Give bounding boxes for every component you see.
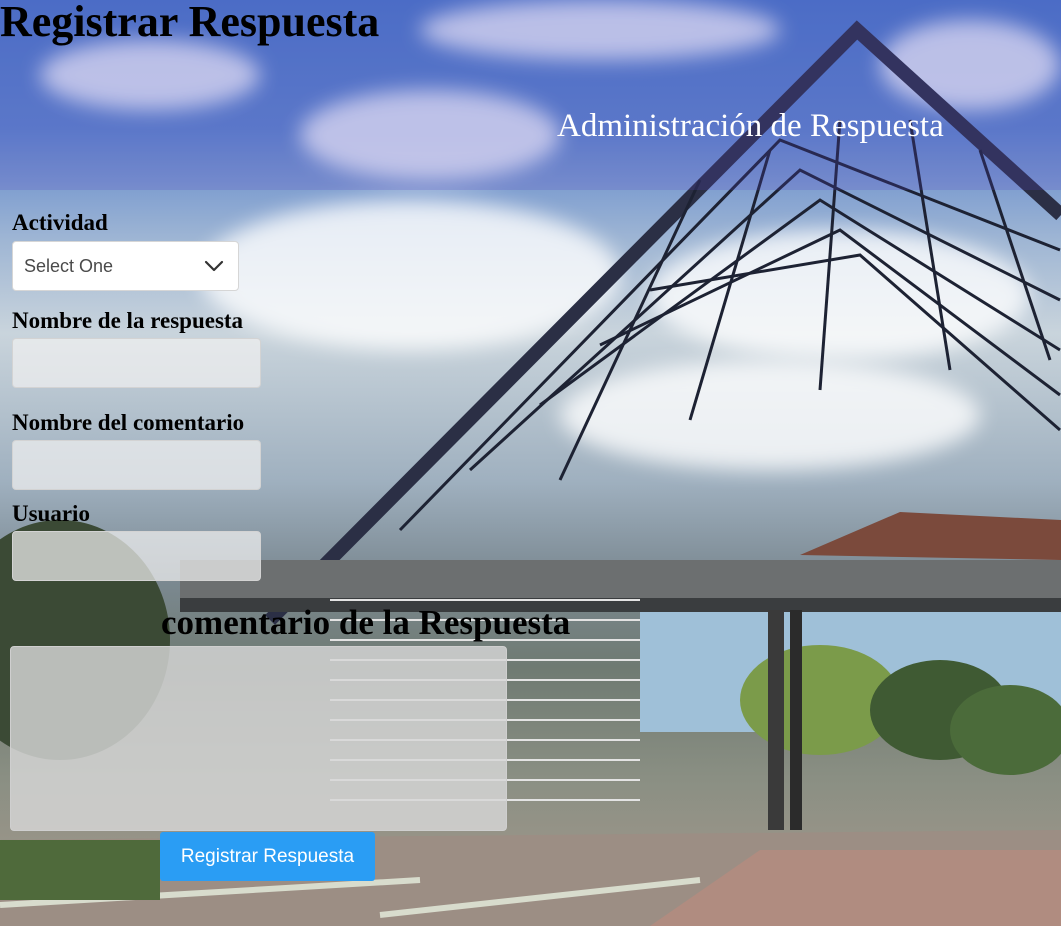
nombre-respuesta-label: Nombre de la respuesta: [12, 308, 244, 333]
nombre-comentario-input[interactable]: [12, 440, 261, 490]
comentario-textarea[interactable]: [10, 646, 507, 831]
nombre-respuesta-input[interactable]: [12, 338, 261, 388]
nombre-comentario-label: Nombre del comentario: [12, 410, 245, 435]
registrar-respuesta-button[interactable]: Registrar Respuesta: [160, 832, 375, 881]
comentario-heading: comentario de la Respuesta: [161, 603, 571, 642]
chevron-down-icon: [204, 260, 224, 272]
page-title: Registrar Respuesta: [0, 0, 380, 46]
actividad-select-value: Select One: [24, 256, 114, 276]
actividad-select[interactable]: Select One: [12, 241, 239, 291]
section-title: Administración de Respuesta: [557, 108, 944, 144]
usuario-input[interactable]: [12, 531, 261, 581]
actividad-label: Actividad: [12, 210, 108, 235]
usuario-label: Usuario: [12, 501, 90, 526]
